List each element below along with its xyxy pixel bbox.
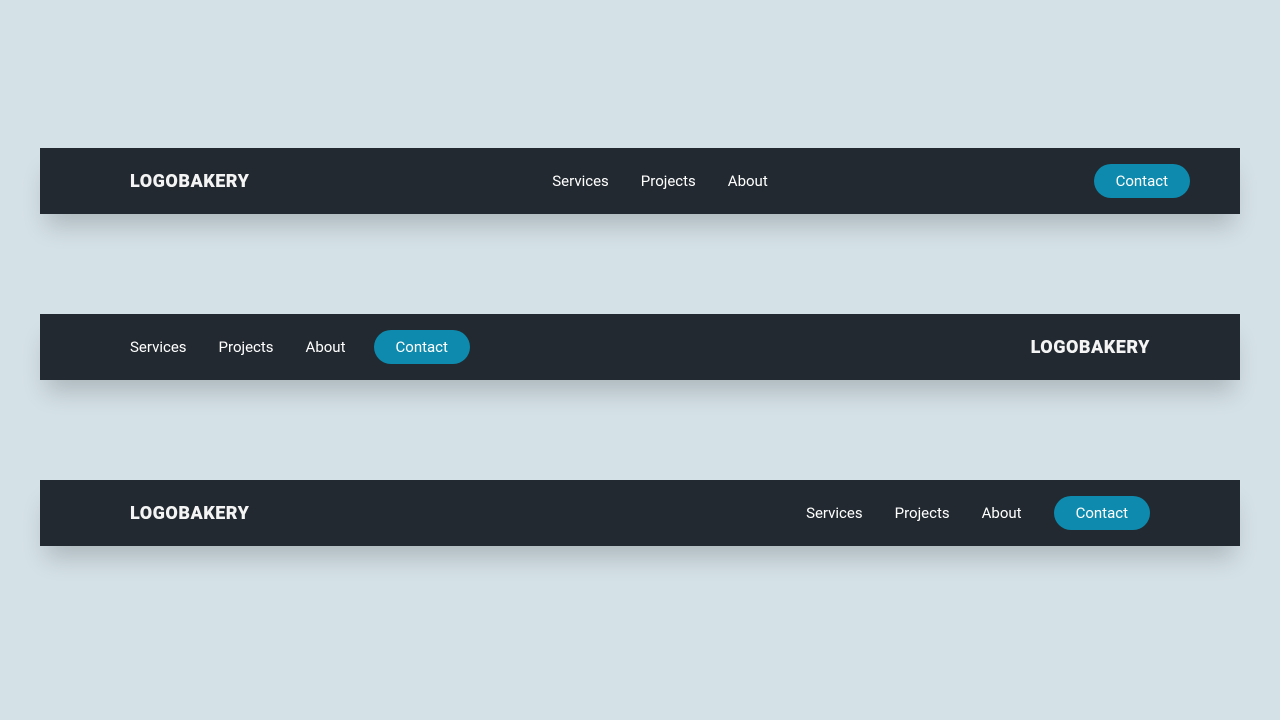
nav-menu: Services Projects About bbox=[552, 172, 768, 190]
navbar-1-inner: LOGOBAKERY Services Projects About Conta… bbox=[130, 148, 1190, 214]
nav-right-group: Services Projects About Contact bbox=[806, 496, 1150, 530]
brand-logo[interactable]: LOGOBAKERY bbox=[130, 503, 249, 524]
nav-menu: Services Projects About bbox=[130, 338, 346, 356]
nav-link-services[interactable]: Services bbox=[552, 172, 609, 190]
navbar-variant-2: Services Projects About Contact LOGOBAKE… bbox=[40, 314, 1240, 380]
nav-link-services[interactable]: Services bbox=[130, 338, 187, 356]
contact-button[interactable]: Contact bbox=[1054, 496, 1150, 530]
nav-link-about[interactable]: About bbox=[306, 338, 346, 356]
nav-link-about[interactable]: About bbox=[728, 172, 768, 190]
nav-link-projects[interactable]: Projects bbox=[895, 504, 950, 522]
nav-menu: Services Projects About bbox=[806, 504, 1022, 522]
nav-link-projects[interactable]: Projects bbox=[219, 338, 274, 356]
navbar-variant-1: LOGOBAKERY Services Projects About Conta… bbox=[40, 148, 1240, 214]
brand-logo[interactable]: LOGOBAKERY bbox=[1031, 337, 1150, 358]
nav-left-group: Services Projects About Contact bbox=[130, 330, 470, 364]
nav-link-about[interactable]: About bbox=[982, 504, 1022, 522]
brand-logo[interactable]: LOGOBAKERY bbox=[130, 171, 249, 192]
contact-button[interactable]: Contact bbox=[374, 330, 470, 364]
nav-link-services[interactable]: Services bbox=[806, 504, 863, 522]
contact-button[interactable]: Contact bbox=[1094, 164, 1190, 198]
navbar-variant-3: LOGOBAKERY Services Projects About Conta… bbox=[40, 480, 1240, 546]
nav-link-projects[interactable]: Projects bbox=[641, 172, 696, 190]
